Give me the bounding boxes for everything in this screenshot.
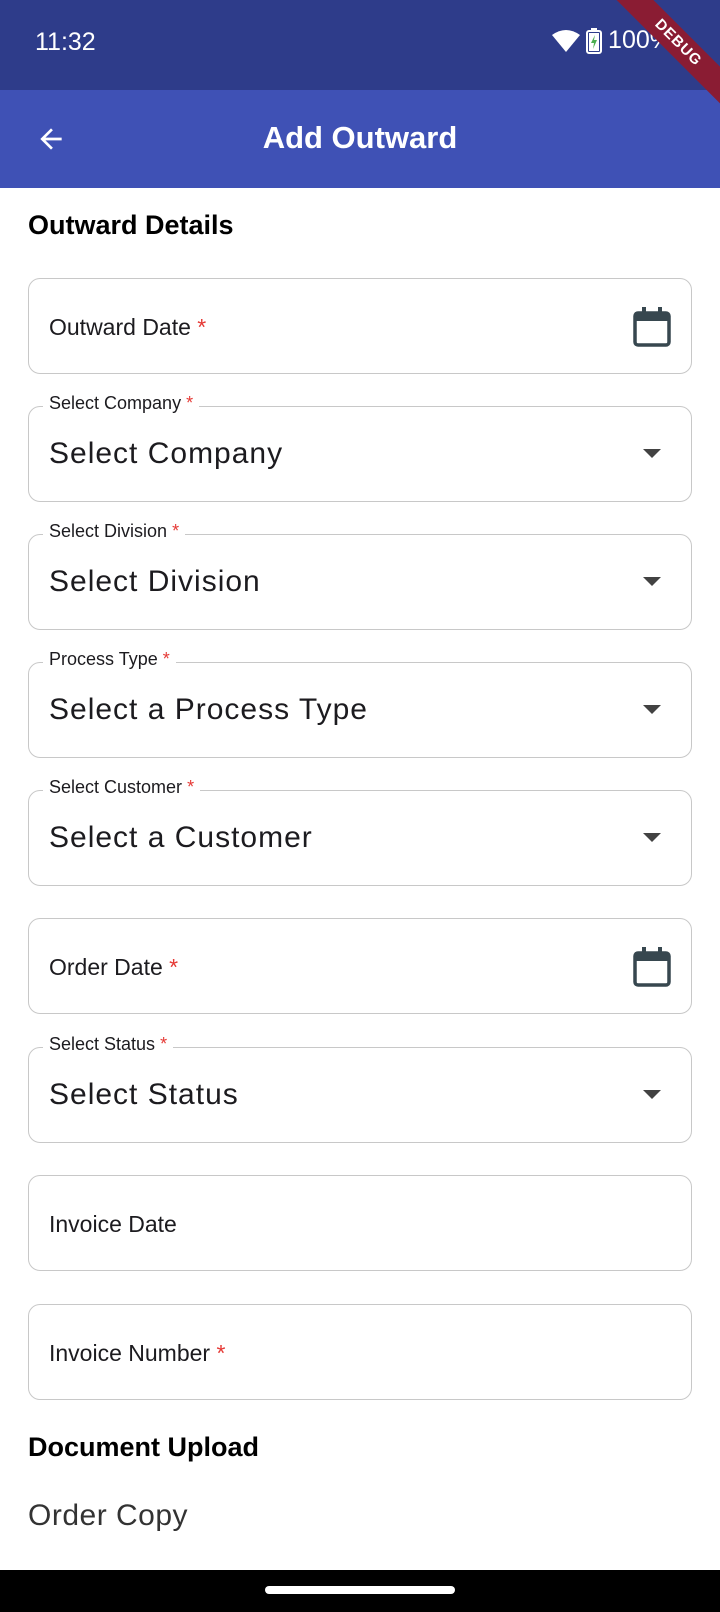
dropdown-arrow-icon <box>643 449 661 458</box>
status-label-text: Select Status <box>49 1034 156 1054</box>
outward-date-label-text: Outward Date <box>49 314 191 340</box>
wifi-icon <box>552 29 581 52</box>
required-mark: * <box>162 649 170 669</box>
process-type-placeholder: Select a Process Type <box>49 693 368 726</box>
process-type-label: Process Type * <box>43 649 176 670</box>
invoice-date-field[interactable]: Invoice Date <box>28 1175 692 1271</box>
battery-icon <box>586 27 603 54</box>
dropdown-arrow-icon <box>643 833 661 842</box>
section-title-outward-details: Outward Details <box>28 210 234 240</box>
customer-label-text: Select Customer <box>49 777 183 797</box>
process-type-label-text: Process Type <box>49 649 158 669</box>
status-label: Select Status * <box>43 1034 174 1055</box>
process-type-select[interactable]: Process Type * Select a Process Type <box>28 649 692 758</box>
app-bar: Add Outward <box>0 90 720 188</box>
required-mark: * <box>169 954 179 980</box>
required-mark: * <box>186 393 194 413</box>
calendar-icon[interactable] <box>633 307 671 347</box>
invoice-number-label: Invoice Number * <box>49 1340 225 1367</box>
invoice-date-label: Invoice Date <box>49 1211 177 1237</box>
required-mark: * <box>197 314 207 340</box>
division-placeholder: Select Division <box>49 565 261 598</box>
invoice-number-label-text: Invoice Number <box>49 1340 211 1366</box>
order-copy-label: Order Copy <box>28 1499 189 1532</box>
outward-date-label: Outward Date * <box>49 314 206 341</box>
division-label: Select Division * <box>43 521 186 542</box>
dropdown-arrow-icon <box>643 577 661 586</box>
division-select[interactable]: Select Division * Select Division <box>28 521 692 630</box>
status-bar: 11:32 100% <box>0 0 720 90</box>
company-select[interactable]: Select Company * Select Company <box>28 393 692 502</box>
status-time: 11:32 <box>35 28 96 56</box>
status-placeholder: Select Status <box>49 1078 239 1111</box>
customer-label: Select Customer * <box>43 777 201 798</box>
system-nav-bar <box>0 1570 720 1612</box>
customer-select[interactable]: Select Customer * Select a Customer <box>28 777 692 886</box>
required-mark: * <box>160 1034 168 1054</box>
dropdown-arrow-icon <box>643 705 661 714</box>
outward-date-field[interactable]: Outward Date * <box>28 278 692 374</box>
section-title-document-upload: Document Upload <box>28 1432 260 1462</box>
dropdown-arrow-icon <box>643 1090 661 1099</box>
company-label-text: Select Company <box>49 393 182 413</box>
home-handle[interactable] <box>265 1586 455 1594</box>
company-label: Select Company * <box>43 393 200 414</box>
customer-placeholder: Select a Customer <box>49 821 313 854</box>
order-date-label: Order Date * <box>49 954 178 981</box>
required-mark: * <box>172 521 180 541</box>
required-mark: * <box>187 777 195 797</box>
page-title: Add Outward <box>262 120 458 155</box>
required-mark: * <box>216 1340 226 1366</box>
invoice-number-field[interactable]: Invoice Number * <box>28 1304 692 1400</box>
order-date-field[interactable]: Order Date * <box>28 918 692 1014</box>
status-select[interactable]: Select Status * Select Status <box>28 1034 692 1143</box>
company-placeholder: Select Company <box>49 437 284 470</box>
calendar-icon[interactable] <box>633 947 671 987</box>
order-date-label-text: Order Date <box>49 954 163 980</box>
division-label-text: Select Division <box>49 521 168 541</box>
